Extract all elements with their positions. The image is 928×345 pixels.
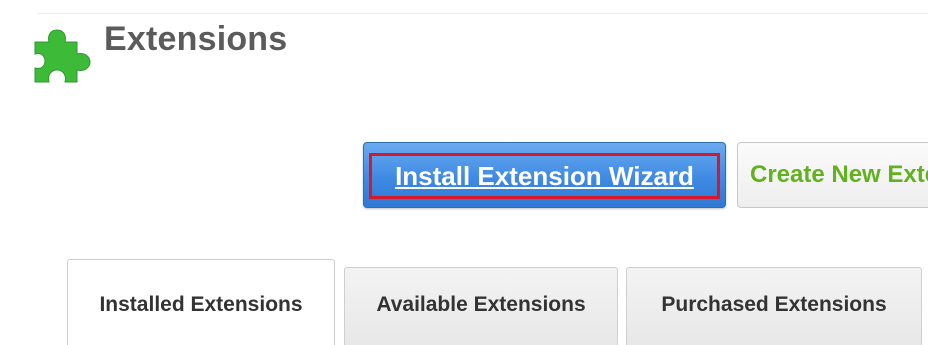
tab-purchased-extensions[interactable]: Purchased Extensions [626,267,922,345]
extensions-page: Extensions Install Extension Wizard Crea… [0,0,928,345]
focus-outline: Install Extension Wizard [369,153,720,199]
tab-available-extensions[interactable]: Available Extensions [344,267,618,345]
create-new-extension-button[interactable]: Create New Exte [737,142,928,208]
top-divider [38,13,928,14]
puzzle-piece-icon [34,29,91,83]
tab-label: Purchased Extensions [661,293,887,316]
install-extension-wizard-label: Install Extension Wizard [395,160,694,191]
tab-label: Available Extensions [376,293,586,316]
tab-installed-extensions[interactable]: Installed Extensions [67,259,335,345]
tab-label: Installed Extensions [99,293,303,316]
create-new-extension-label: Create New Exte [750,161,928,188]
install-extension-wizard-button[interactable]: Install Extension Wizard [363,142,726,208]
page-title: Extensions [104,20,288,58]
